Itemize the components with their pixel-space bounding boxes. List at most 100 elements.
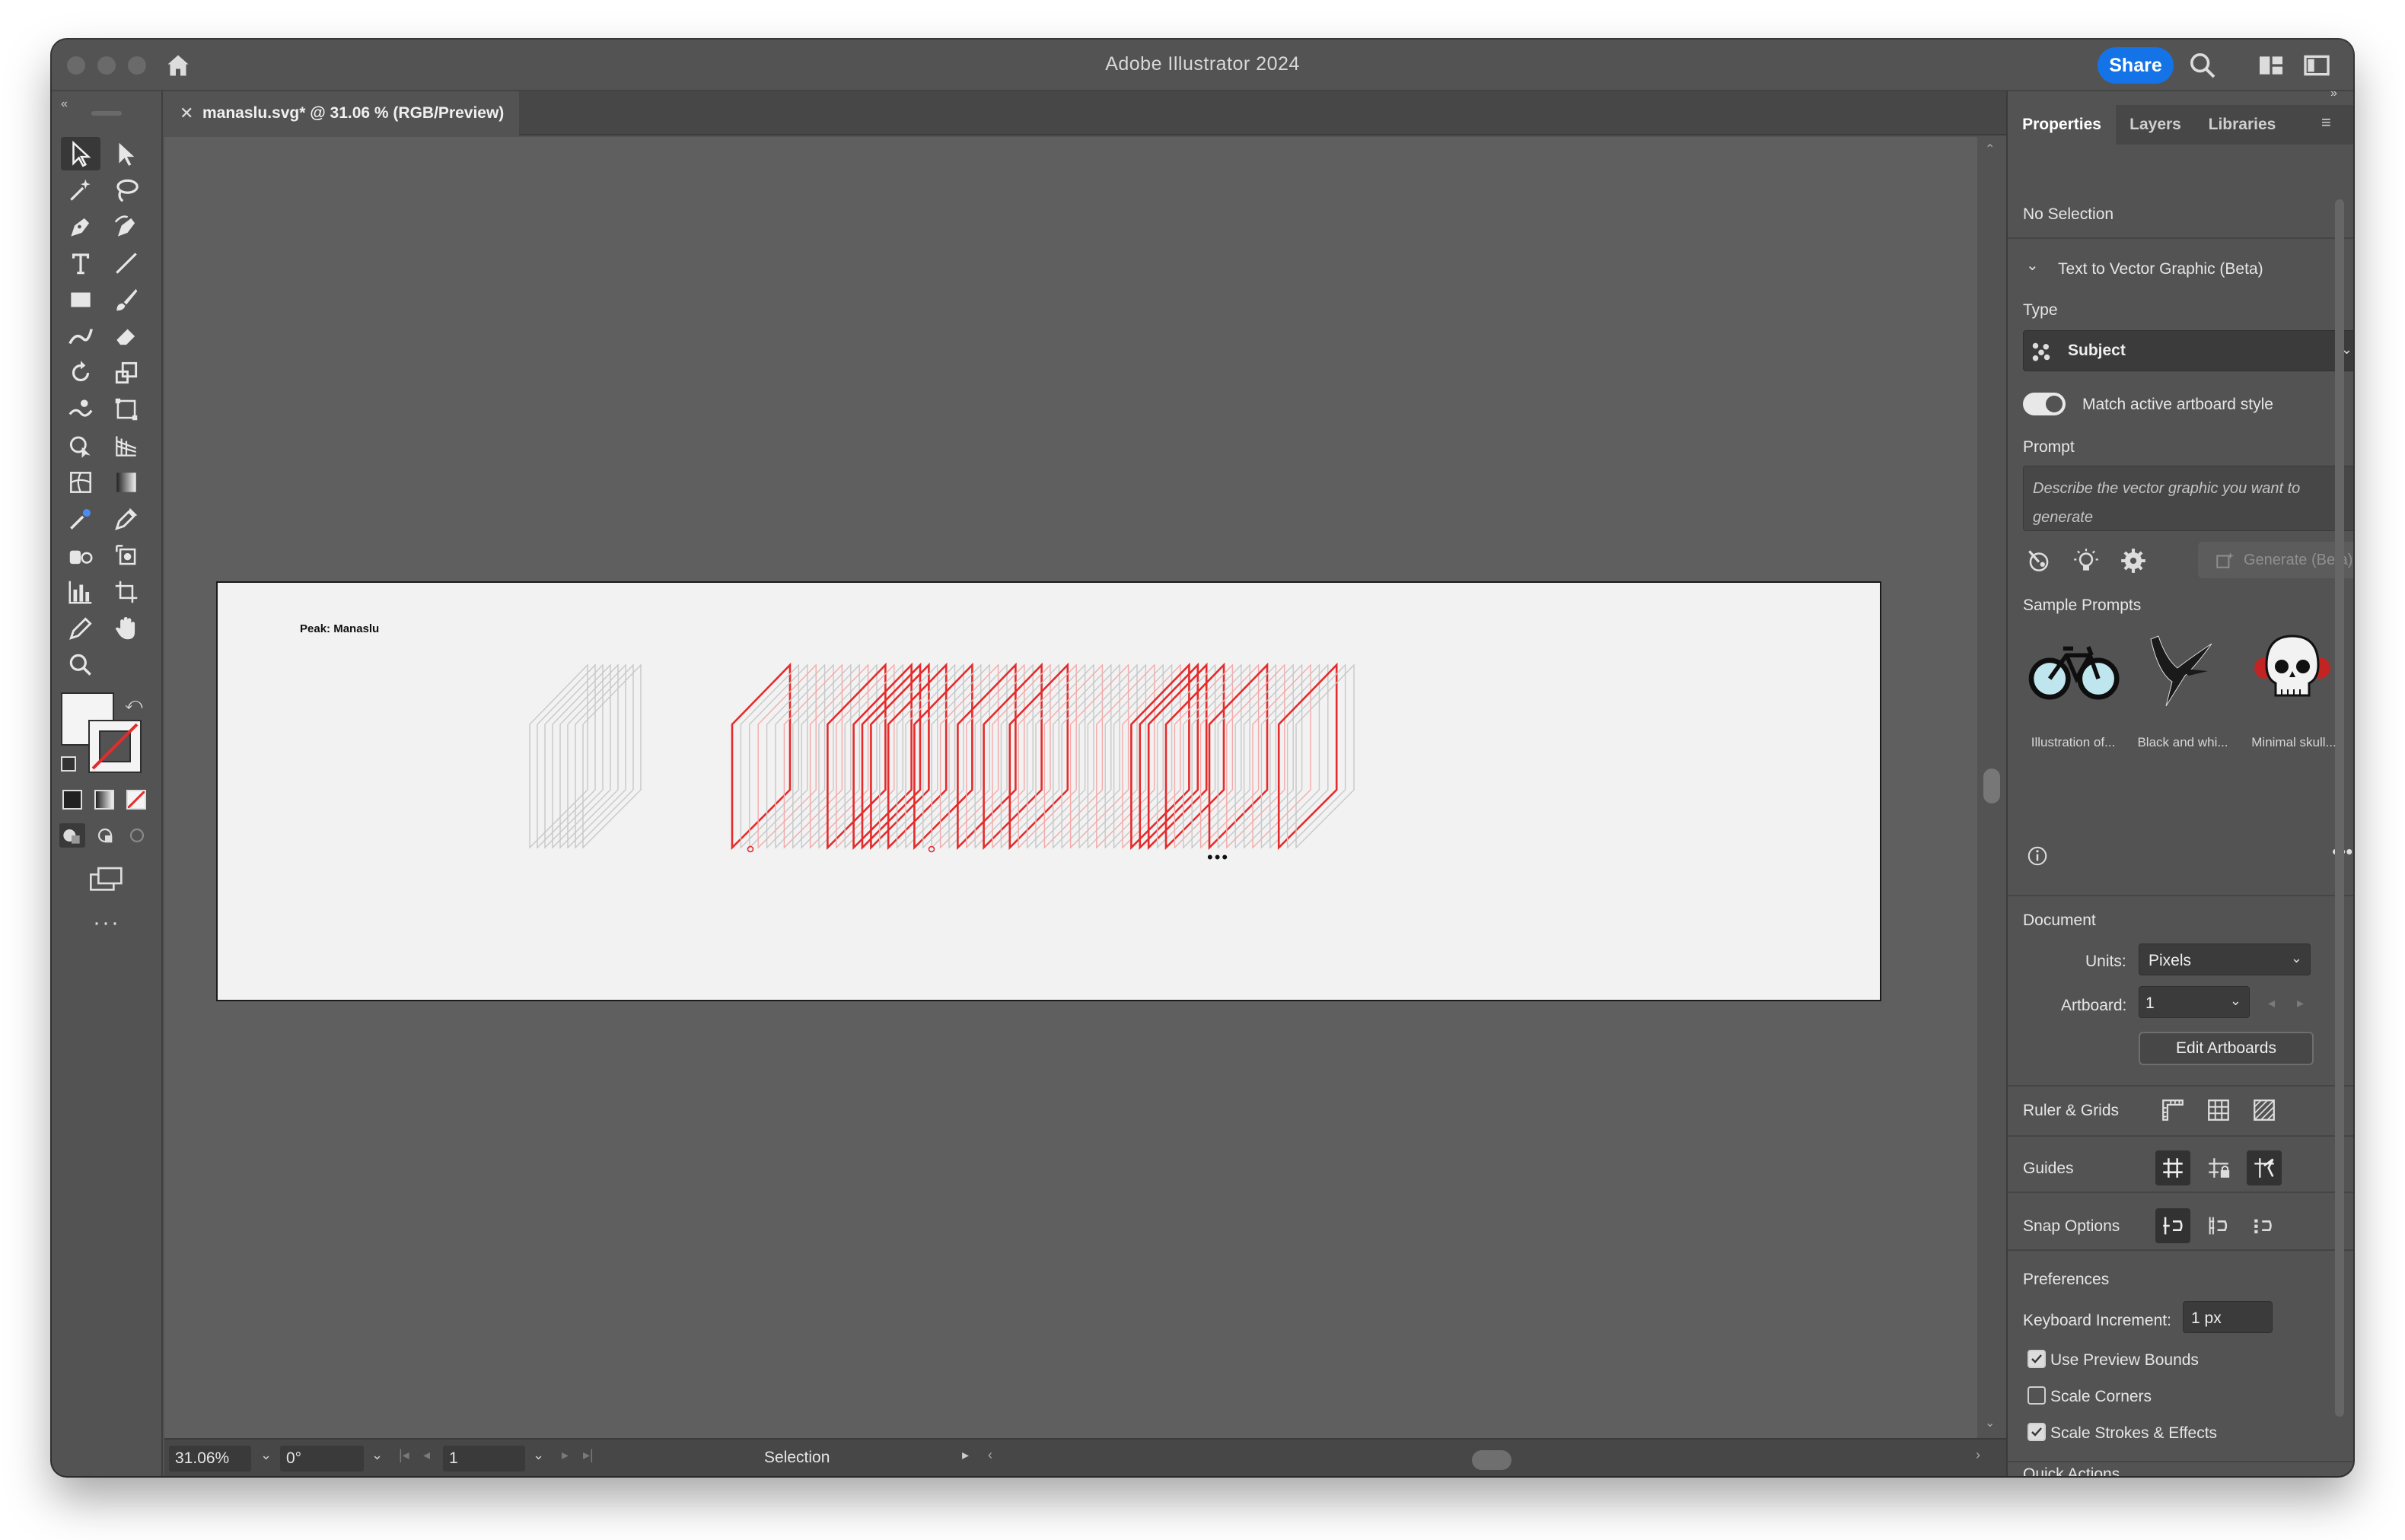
zoom-dropdown-icon[interactable]: ⌄	[260, 1447, 272, 1463]
tab-properties[interactable]: Properties	[2008, 105, 2116, 145]
next-artboard-icon[interactable]: ▸	[562, 1447, 569, 1463]
hand-tool[interactable]	[107, 612, 146, 645]
scale-corners-checkbox[interactable]	[2028, 1386, 2046, 1405]
generate-button[interactable]: Generate (Beta)	[2198, 542, 2353, 578]
perspective-grid-tool[interactable]	[107, 429, 146, 463]
art-stroke[interactable]	[537, 663, 596, 849]
more-options-icon[interactable]: •••	[1207, 848, 1229, 867]
gradient-mode-icon[interactable]	[94, 790, 114, 810]
art-stroke[interactable]	[544, 663, 604, 849]
stroke-swatch[interactable]	[88, 720, 142, 773]
art-stroke[interactable]	[529, 663, 588, 849]
paintbrush-tool[interactable]	[107, 283, 146, 317]
expand-panels-icon[interactable]: »	[2330, 87, 2337, 100]
info-icon[interactable]	[2026, 845, 2049, 867]
artboard[interactable]: Peak: Manaslu •••	[216, 581, 1881, 1001]
screen-mode-icon[interactable]	[88, 864, 126, 895]
search-icon[interactable]	[2187, 50, 2218, 81]
eyedropper-tool[interactable]	[107, 502, 146, 536]
rectangle-tool[interactable]	[61, 283, 100, 317]
sample-prompt-bird[interactable]	[2131, 628, 2231, 720]
panel-layout-icon[interactable]	[2301, 50, 2332, 81]
match-style-toggle[interactable]	[2023, 393, 2066, 415]
ruler-toggle[interactable]	[2155, 1093, 2190, 1128]
rotate-tool[interactable]	[61, 356, 100, 390]
scroll-up-icon[interactable]: ⌃	[1985, 142, 1995, 157]
vertical-scroll-thumb[interactable]	[1983, 768, 2000, 803]
first-artboard-icon[interactable]: |◂	[399, 1447, 409, 1463]
status-menu-icon[interactable]: ▸	[962, 1447, 969, 1463]
smart-guides-toggle[interactable]	[2247, 1150, 2282, 1185]
line-segment-tool[interactable]	[107, 247, 146, 280]
warp-tool[interactable]	[61, 393, 100, 426]
keyboard-increment-input[interactable]: 1 px	[2183, 1301, 2273, 1333]
draw-behind-icon[interactable]	[93, 823, 119, 848]
rotation-field[interactable]: 0°	[280, 1446, 364, 1472]
graph-tool[interactable]	[61, 575, 100, 609]
snap-to-pixel-toggle[interactable]	[2247, 1208, 2282, 1243]
transparency-grid-toggle[interactable]	[2247, 1093, 2282, 1128]
previous-artboard-icon[interactable]: ◂	[2268, 995, 2275, 1011]
scroll-left-icon[interactable]: ‹	[988, 1447, 992, 1463]
scroll-right-icon[interactable]: ›	[1976, 1447, 1980, 1463]
horizontal-scroll-thumb[interactable]	[1472, 1450, 1511, 1470]
grid-toggle[interactable]	[2201, 1093, 2236, 1128]
color-mode-icon[interactable]	[62, 790, 82, 810]
artboard-dropdown-icon[interactable]: ⌄	[533, 1447, 544, 1463]
rotation-dropdown-icon[interactable]: ⌄	[371, 1447, 383, 1463]
panel-scroll-thumb[interactable]	[2335, 199, 2344, 1417]
shaper-tool[interactable]	[61, 320, 100, 353]
previous-artboard-icon[interactable]: ◂	[423, 1447, 430, 1463]
magic-wand-tool[interactable]	[61, 173, 100, 207]
collapse-section-icon[interactable]: ⌄	[2026, 256, 2039, 275]
show-guides-toggle[interactable]	[2155, 1150, 2190, 1185]
symbol-sprayer-tool[interactable]	[61, 539, 100, 572]
vertical-scrollbar[interactable]: ⌃ ⌄	[1979, 137, 2005, 1438]
slice-tool[interactable]	[61, 612, 100, 645]
artboard-dropdown[interactable]: 1 ⌄	[2139, 986, 2250, 1018]
shape-builder-tool[interactable]	[61, 429, 100, 463]
panel-scrollbar[interactable]	[2332, 146, 2346, 1440]
direct-selection-tool[interactable]	[107, 137, 146, 170]
lock-guides-toggle[interactable]	[2201, 1150, 2236, 1185]
sample-prompt-bicycle[interactable]	[2023, 628, 2123, 720]
selection-tool[interactable]	[61, 137, 100, 170]
free-transform-tool[interactable]	[107, 393, 146, 426]
canvas-area[interactable]: Peak: Manaslu •••	[164, 137, 1977, 1438]
none-mode-icon[interactable]	[126, 790, 146, 810]
zoom-field[interactable]: 31.06%	[169, 1446, 251, 1472]
scroll-down-icon[interactable]: ⌄	[1985, 1415, 1995, 1430]
scale-tool[interactable]	[107, 356, 146, 390]
next-artboard-icon[interactable]: ▸	[2297, 995, 2304, 1011]
draw-inside-icon[interactable]	[125, 823, 151, 848]
lightbulb-icon[interactable]	[2072, 546, 2101, 575]
type-dropdown[interactable]: Subject ⌄	[2023, 330, 2353, 371]
settings-gear-icon[interactable]	[2119, 546, 2148, 575]
artboard-tool[interactable]	[107, 575, 146, 609]
artboard-number-field[interactable]: 1	[443, 1446, 525, 1472]
live-paint-tool[interactable]	[107, 539, 146, 572]
pen-tool[interactable]	[61, 210, 100, 243]
type-tool[interactable]	[61, 247, 100, 280]
tab-libraries[interactable]: Libraries	[2195, 105, 2289, 145]
toolbar-grip[interactable]	[91, 111, 122, 116]
draw-normal-icon[interactable]	[59, 823, 85, 848]
edit-artboards-button[interactable]: Edit Artboards	[2139, 1032, 2314, 1065]
sample-prompt-skull[interactable]	[2242, 628, 2343, 720]
panel-menu-icon[interactable]: ≡	[2321, 113, 2331, 132]
share-button[interactable]: Share	[2098, 47, 2174, 84]
snap-to-point-toggle[interactable]	[2155, 1208, 2190, 1243]
mesh-tool[interactable]	[61, 466, 100, 499]
manaslu-line-artwork[interactable]	[218, 583, 1883, 1003]
eraser-tool[interactable]	[107, 320, 146, 353]
section-title-text-to-vector[interactable]: Text to Vector Graphic (Beta)	[2058, 260, 2263, 278]
swap-fill-stroke-icon[interactable]: ⤺	[125, 694, 143, 714]
last-artboard-icon[interactable]: ▸|	[583, 1447, 594, 1463]
blend-tool[interactable]	[61, 502, 100, 536]
close-tab-icon[interactable]: ✕	[180, 91, 193, 135]
curvature-tool[interactable]	[107, 210, 146, 243]
workspace-switcher-icon[interactable]	[2256, 50, 2286, 81]
default-colors-icon[interactable]	[61, 756, 76, 772]
zoom-tool[interactable]	[61, 648, 100, 682]
units-dropdown[interactable]: Pixels ⌄	[2139, 943, 2311, 975]
